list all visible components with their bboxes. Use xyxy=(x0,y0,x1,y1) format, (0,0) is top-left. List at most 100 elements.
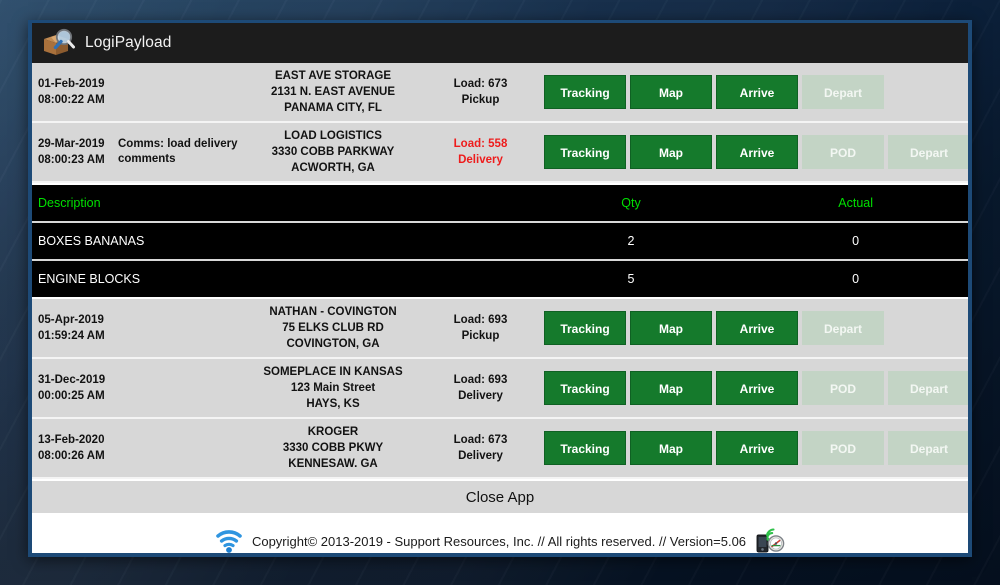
box-magnifier-icon xyxy=(42,28,76,58)
stop-actions: Tracking Map Arrive Depart xyxy=(538,63,968,121)
stop-street: 75 ELKS CLUB RD xyxy=(282,322,384,334)
stop-time: 08:00:23 AM xyxy=(38,154,105,166)
stop-row[interactable]: 31-Dec-2019 00:00:25 AM SOMEPLACE IN KAN… xyxy=(32,359,968,419)
item-description: ENGINE BLOCKS xyxy=(38,272,141,286)
pod-button: POD xyxy=(802,431,884,465)
stop-street: 123 Main Street xyxy=(290,382,376,394)
stop-load-type: Pickup xyxy=(461,94,500,106)
item-qty: 2 xyxy=(627,234,635,248)
stop-row[interactable]: 01-Feb-2019 08:00:22 AM EAST AVE STORAGE… xyxy=(32,63,968,123)
stop-load-type: Delivery xyxy=(458,154,503,166)
desktop-background: LogiPayload 01-Feb-2019 08:00:22 AM EAST… xyxy=(0,0,1000,585)
stop-location-name: SOMEPLACE IN KANSAS xyxy=(263,366,403,378)
arrive-button[interactable]: Arrive xyxy=(716,75,798,109)
stop-comments xyxy=(118,419,243,477)
table-row[interactable]: ENGINE BLOCKS 5 0 xyxy=(32,259,968,297)
item-actual: 0 xyxy=(852,234,860,248)
stop-address: SOMEPLACE IN KANSAS 123 Main Street HAYS… xyxy=(243,359,423,417)
stop-row[interactable]: 13-Feb-2020 08:00:26 AM KROGER 3330 COBB… xyxy=(32,419,968,479)
arrive-button[interactable]: Arrive xyxy=(716,371,798,405)
map-button[interactable]: Map xyxy=(630,431,712,465)
stop-date: 05-Apr-2019 xyxy=(38,314,104,326)
stop-load-number: Load: 558 xyxy=(453,138,508,150)
stop-load-type: Pickup xyxy=(461,330,500,342)
items-table-header: Description Qty Actual xyxy=(32,185,968,221)
stop-address: EAST AVE STORAGE 2131 N. EAST AVENUE PAN… xyxy=(243,63,423,121)
column-header-actual: Actual xyxy=(838,196,874,210)
stop-city: KENNESAW. GA xyxy=(288,458,378,470)
stop-load-info: Load: 558 Delivery xyxy=(423,123,538,181)
stop-city: ACWORTH, GA xyxy=(291,162,375,174)
stop-city: PANAMA CITY, FL xyxy=(284,102,382,114)
stop-load-type: Delivery xyxy=(458,450,503,462)
stop-datetime: 13-Feb-2020 08:00:26 AM xyxy=(32,419,118,477)
stop-datetime: 01-Feb-2019 08:00:22 AM xyxy=(32,63,118,121)
stop-date: 13-Feb-2020 xyxy=(38,434,105,446)
stop-actions: Tracking Map Arrive POD Depart xyxy=(538,359,968,417)
item-qty: 5 xyxy=(627,272,635,286)
stop-row[interactable]: 29-Mar-2019 08:00:23 AM Comms: load deli… xyxy=(32,123,968,183)
stop-comments: Comms: load delivery comments xyxy=(118,123,243,181)
item-description: BOXES BANANAS xyxy=(38,234,145,248)
app-window: LogiPayload 01-Feb-2019 08:00:22 AM EAST… xyxy=(28,20,972,557)
stop-comments xyxy=(118,359,243,417)
footer: Copyright© 2013-2019 - Support Resources… xyxy=(32,515,968,553)
stop-load-info: Load: 673 Pickup xyxy=(423,63,538,121)
map-button[interactable]: Map xyxy=(630,311,712,345)
stop-time: 08:00:22 AM xyxy=(38,94,105,106)
stop-row[interactable]: 05-Apr-2019 01:59:24 AM NATHAN - COVINGT… xyxy=(32,299,968,359)
item-actual: 0 xyxy=(852,272,860,286)
arrive-button[interactable]: Arrive xyxy=(716,311,798,345)
depart-button: Depart xyxy=(802,75,884,109)
stop-comments-text: Comms: load delivery comments xyxy=(118,138,238,165)
stop-time: 00:00:25 AM xyxy=(38,390,105,402)
stop-address: NATHAN - COVINGTON 75 ELKS CLUB RD COVIN… xyxy=(243,299,423,357)
stop-datetime: 31-Dec-2019 00:00:25 AM xyxy=(32,359,118,417)
arrive-button[interactable]: Arrive xyxy=(716,135,798,169)
stop-date: 31-Dec-2019 xyxy=(38,374,106,386)
stop-location-name: EAST AVE STORAGE xyxy=(274,70,392,82)
close-app-label: Close App xyxy=(465,488,535,506)
close-app-button[interactable]: Close App xyxy=(32,479,968,515)
tracking-button[interactable]: Tracking xyxy=(544,135,626,169)
stop-time: 08:00:26 AM xyxy=(38,450,105,462)
map-button[interactable]: Map xyxy=(630,371,712,405)
depart-button: Depart xyxy=(888,431,968,465)
pod-button: POD xyxy=(802,135,884,169)
map-button[interactable]: Map xyxy=(630,135,712,169)
app-title: LogiPayload xyxy=(85,34,172,51)
title-bar: LogiPayload xyxy=(32,23,968,63)
map-button[interactable]: Map xyxy=(630,75,712,109)
stop-location-name: LOAD LOGISTICS xyxy=(284,130,382,142)
copyright-text: Copyright© 2013-2019 - Support Resources… xyxy=(251,533,747,549)
arrive-button[interactable]: Arrive xyxy=(716,431,798,465)
stop-comments xyxy=(118,299,243,357)
wifi-icon xyxy=(215,528,243,553)
pod-button: POD xyxy=(802,371,884,405)
depart-button: Depart xyxy=(888,135,968,169)
column-header-qty: Qty xyxy=(621,196,641,210)
stop-city: HAYS, KS xyxy=(306,398,360,410)
stop-location-name: KROGER xyxy=(307,426,359,438)
stop-load-info: Load: 693 Pickup xyxy=(423,299,538,357)
tracking-button[interactable]: Tracking xyxy=(544,75,626,109)
stop-load-number: Load: 673 xyxy=(453,78,508,90)
stop-load-number: Load: 693 xyxy=(453,374,508,386)
tracking-button[interactable]: Tracking xyxy=(544,311,626,345)
stop-datetime: 29-Mar-2019 08:00:23 AM xyxy=(32,123,118,181)
tracking-button[interactable]: Tracking xyxy=(544,431,626,465)
depart-button: Depart xyxy=(802,311,884,345)
stop-load-info: Load: 693 Delivery xyxy=(423,359,538,417)
stop-date: 29-Mar-2019 xyxy=(38,138,105,150)
depart-button: Depart xyxy=(888,371,968,405)
table-row[interactable]: BOXES BANANAS 2 0 xyxy=(32,221,968,259)
stop-load-info: Load: 673 Delivery xyxy=(423,419,538,477)
stop-actions: Tracking Map Arrive Depart xyxy=(538,299,968,357)
stop-address: LOAD LOGISTICS 3330 COBB PARKWAY ACWORTH… xyxy=(243,123,423,181)
phone-gauge-icon xyxy=(755,528,785,553)
column-header-description: Description xyxy=(38,196,101,210)
tracking-button[interactable]: Tracking xyxy=(544,371,626,405)
stop-load-number: Load: 673 xyxy=(453,434,508,446)
stop-actions: Tracking Map Arrive POD Depart xyxy=(538,123,968,181)
stop-comments xyxy=(118,63,243,121)
